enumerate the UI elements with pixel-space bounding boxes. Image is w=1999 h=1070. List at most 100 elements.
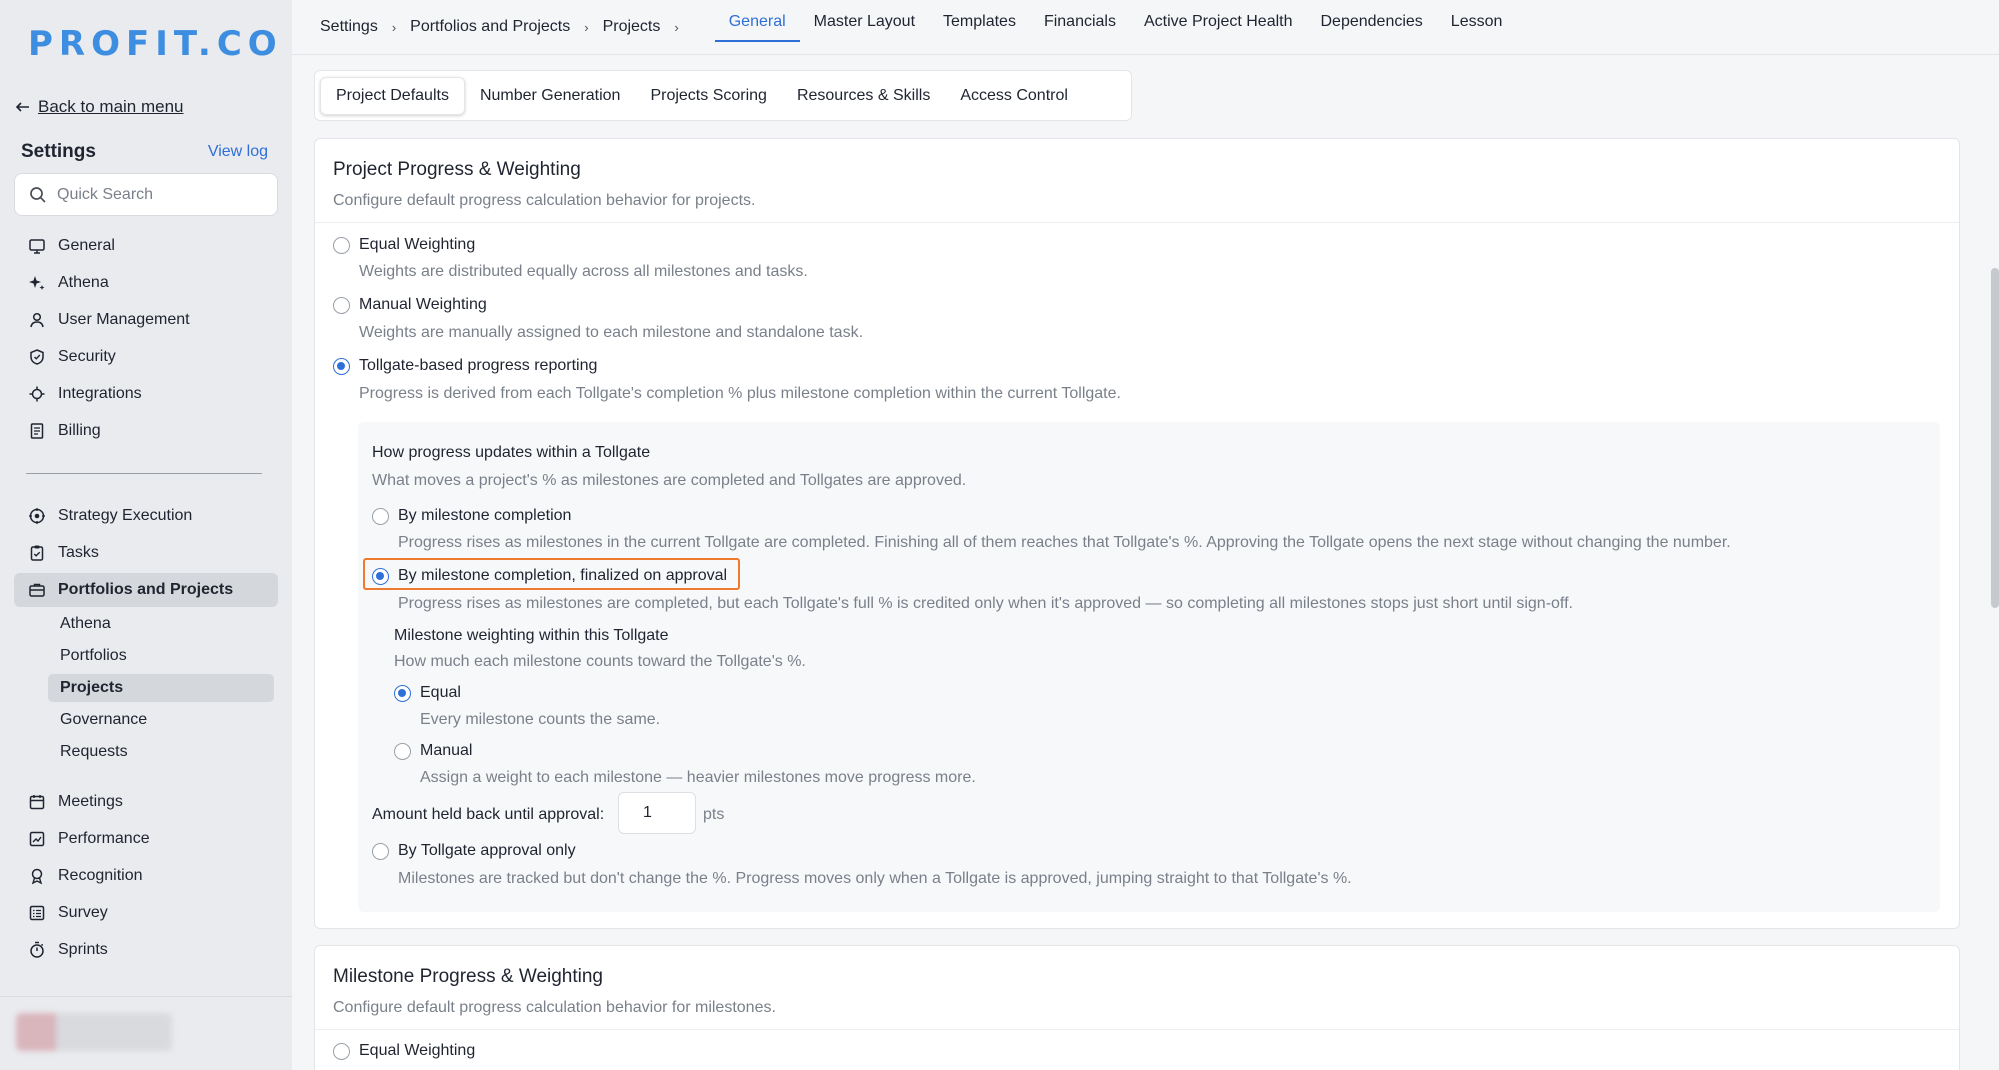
main-content: Settings › Portfolios and Projects › Pro…: [292, 0, 1999, 1070]
subtab-resources-skills[interactable]: Resources & Skills: [782, 78, 945, 114]
list-icon: [28, 904, 46, 922]
briefcase-icon: [28, 581, 46, 599]
option-description: Weights are distributed equally across a…: [359, 263, 808, 280]
arrow-left-icon: [14, 98, 32, 116]
back-link-label: Back to main menu: [38, 97, 184, 116]
sidebar-item-survey[interactable]: Survey: [14, 896, 278, 930]
sidebar-subitem-portfolios[interactable]: Portfolios: [48, 642, 274, 670]
sidebar-subitem-athena[interactable]: Athena: [48, 610, 274, 638]
tab-general[interactable]: General: [714, 0, 800, 44]
radio-milestone-equal-weighting[interactable]: [333, 1042, 350, 1060]
subtab-projects-scoring[interactable]: Projects Scoring: [635, 78, 782, 114]
sidebar-item-recognition[interactable]: Recognition: [14, 859, 278, 893]
sidebar-item-label: Performance: [58, 830, 150, 847]
chart-icon: [28, 830, 46, 848]
breadcrumb-portfolios-and-projects[interactable]: Portfolios and Projects: [410, 18, 570, 36]
radio-weighting-manual[interactable]: [394, 742, 411, 760]
plug-icon: [28, 385, 46, 403]
sub-tabs: Project Defaults Number Generation Proje…: [314, 70, 1132, 121]
radio-manual-weighting[interactable]: [333, 296, 350, 314]
tollgate-section-title: How progress updates within a Tollgate: [372, 444, 651, 461]
milestone-option-equal-weighting[interactable]: Equal Weighting: [333, 1042, 475, 1060]
option-manual-weighting[interactable]: Manual Weighting: [333, 296, 487, 314]
tab-master-layout[interactable]: Master Layout: [800, 0, 929, 44]
tab-templates[interactable]: Templates: [929, 0, 1030, 44]
tollgate-section-subtitle: What moves a project's % as milestones a…: [372, 472, 967, 489]
tab-lesson[interactable]: Lesson: [1437, 0, 1517, 44]
sidebar-item-athena[interactable]: Athena: [14, 266, 278, 300]
radio-by-milestone-completion[interactable]: [372, 507, 389, 525]
top-bar: Settings › Portfolios and Projects › Pro…: [292, 0, 1999, 55]
quick-search-box: [14, 173, 278, 216]
sidebar-item-sprints[interactable]: Sprints: [14, 933, 278, 967]
sidebar-subitem-projects[interactable]: Projects: [48, 674, 274, 702]
projects-sub-nav: Athena Portfolios Projects Governance Re…: [14, 610, 278, 766]
sidebar-item-label: Security: [58, 348, 116, 365]
sidebar-item-strategy-execution[interactable]: Strategy Execution: [14, 499, 278, 533]
milestone-card-subtitle: Configure default progress calculation b…: [333, 999, 776, 1016]
sidebar-item-portfolios-and-projects[interactable]: Portfolios and Projects: [14, 573, 278, 607]
option-label: Tollgate-based progress reporting: [359, 357, 598, 374]
radio-finalized-on-approval[interactable]: [372, 567, 389, 585]
sidebar-subitem-requests[interactable]: Requests: [48, 738, 274, 766]
chevron-right-icon: ›: [391, 19, 397, 35]
radio-by-tollgate-approval-only[interactable]: [372, 842, 389, 860]
sidebar-item-tasks[interactable]: Tasks: [14, 536, 278, 570]
option-finalized-on-approval[interactable]: By milestone completion, finalized on ap…: [372, 567, 727, 585]
breadcrumb-settings[interactable]: Settings: [320, 18, 378, 36]
tab-financials[interactable]: Financials: [1030, 0, 1130, 44]
sidebar-item-label: Athena: [58, 274, 109, 291]
settings-title: Settings: [21, 141, 96, 162]
stopwatch-icon: [28, 941, 46, 959]
sidebar-item-security[interactable]: Security: [14, 340, 278, 374]
radio-tollgate-based[interactable]: [333, 357, 350, 375]
award-icon: [28, 867, 46, 885]
subtab-access-control[interactable]: Access Control: [945, 78, 1083, 114]
quick-search-input[interactable]: [57, 185, 257, 204]
vertical-scrollbar[interactable]: [1991, 268, 1999, 608]
sidebar-item-label: Billing: [58, 422, 101, 439]
tab-active-project-health[interactable]: Active Project Health: [1130, 0, 1307, 44]
breadcrumb-projects[interactable]: Projects: [603, 18, 661, 36]
chevron-right-icon: ›: [674, 19, 679, 35]
sidebar-item-performance[interactable]: Performance: [14, 822, 278, 856]
option-equal-weighting[interactable]: Equal Weighting: [333, 236, 475, 254]
sparkle-icon: [28, 274, 46, 292]
subtab-number-generation[interactable]: Number Generation: [465, 78, 636, 114]
settings-header: Settings View log: [21, 141, 268, 163]
calendar-icon: [28, 793, 46, 811]
option-description: Every milestone counts the same.: [420, 711, 661, 728]
sidebar-item-integrations[interactable]: Integrations: [14, 377, 278, 411]
option-description: Assign a weight to each milestone — heav…: [420, 769, 976, 786]
subtab-project-defaults[interactable]: Project Defaults: [320, 76, 465, 115]
sidebar-item-meetings[interactable]: Meetings: [14, 785, 278, 819]
held-back-amount-input[interactable]: [618, 792, 696, 834]
option-label: By milestone completion, finalized on ap…: [398, 567, 728, 584]
option-tollgate-based[interactable]: Tollgate-based progress reporting: [333, 357, 597, 375]
tab-dependencies[interactable]: Dependencies: [1307, 0, 1437, 44]
radio-weighting-equal[interactable]: [394, 684, 411, 702]
option-weighting-manual[interactable]: Manual: [394, 742, 472, 760]
option-by-milestone-completion[interactable]: By milestone completion: [372, 507, 571, 525]
option-by-tollgate-approval-only[interactable]: By Tollgate approval only: [372, 842, 576, 860]
option-description: Weights are manually assigned to each mi…: [359, 324, 864, 341]
nav-group-1: General Athena User Management Security …: [14, 229, 278, 448]
milestone-card-title: Milestone Progress & Weighting: [333, 966, 603, 987]
sidebar-item-label: Integrations: [58, 385, 142, 402]
sidebar-item-billing[interactable]: Billing: [14, 414, 278, 448]
chevron-right-icon: ›: [584, 19, 589, 35]
view-log-link[interactable]: View log: [208, 143, 268, 161]
held-back-label: Amount held back until approval:: [372, 806, 605, 823]
sidebar-subitem-governance[interactable]: Governance: [48, 706, 274, 734]
back-to-main-menu-link[interactable]: Back to main menu: [14, 97, 184, 117]
sidebar-item-general[interactable]: General: [14, 229, 278, 263]
option-description: Progress is derived from each Tollgate's…: [359, 385, 1121, 402]
sidebar-item-user-management[interactable]: User Management: [14, 303, 278, 337]
option-weighting-equal[interactable]: Equal: [394, 684, 461, 702]
radio-equal-weighting[interactable]: [333, 236, 350, 254]
sidebar-item-label: Meetings: [58, 793, 123, 810]
milestone-card-header: Milestone Progress & Weighting Configure…: [315, 946, 1959, 1030]
sidebar-item-label: General: [58, 237, 115, 254]
milestone-progress-card: Milestone Progress & Weighting Configure…: [314, 945, 1960, 1070]
user-profile-strip[interactable]: [0, 996, 292, 1070]
